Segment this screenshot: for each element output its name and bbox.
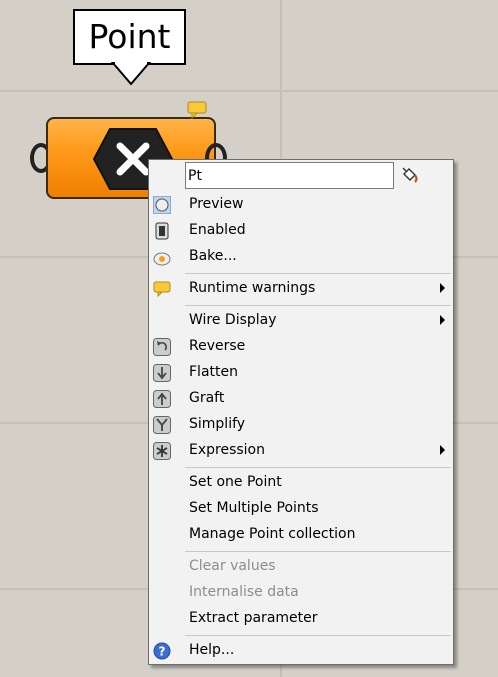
bake-icon	[153, 252, 171, 266]
reverse-icon	[153, 338, 171, 356]
menu-item-label: Set one Point	[189, 474, 282, 490]
menu-item-label: Simplify	[189, 416, 246, 432]
menu-item-set-multiple-points[interactable]: Set Multiple Points	[149, 496, 453, 522]
menu-item-label: Internalise data	[189, 584, 299, 600]
menu-item-set-one-point[interactable]: Set one Point	[149, 470, 453, 496]
preview-icon	[153, 196, 171, 214]
menu-item-label: Expression	[189, 442, 265, 458]
menu-item-preview[interactable]: Preview	[149, 192, 453, 218]
name-field[interactable]	[185, 162, 394, 189]
menu-item-reverse[interactable]: Reverse	[149, 334, 453, 360]
menu-item-label: Set Multiple Points	[189, 500, 319, 516]
submenu-arrow-icon	[440, 445, 445, 455]
speech-bubble-icon	[153, 281, 171, 298]
graft-icon	[153, 390, 171, 408]
submenu-arrow-icon	[440, 283, 445, 293]
menu-separator	[185, 635, 451, 636]
tooltip-text: Point	[88, 17, 171, 56]
menu-item-label: Help...	[189, 642, 235, 658]
menu-item-label: Extract parameter	[189, 610, 318, 626]
menu-item-help[interactable]: ? Help...	[149, 638, 453, 664]
menu-item-label: Graft	[189, 390, 225, 406]
menu-item-label: Preview	[189, 196, 244, 212]
component-tooltip: Point	[73, 9, 186, 65]
menu-item-bake[interactable]: Bake...	[149, 244, 453, 270]
menu-item-extract-parameter[interactable]: Extract parameter	[149, 606, 453, 632]
flatten-icon	[153, 364, 171, 382]
menu-item-clear-values: Clear values	[149, 554, 453, 580]
menu-item-label: Manage Point collection	[189, 526, 356, 542]
menu-item-graft[interactable]: Graft	[149, 386, 453, 412]
menu-separator	[185, 551, 451, 552]
menu-item-manage-point-collection[interactable]: Manage Point collection	[149, 522, 453, 548]
context-menu: Preview Enabled Bake... Runtime warnings…	[148, 159, 454, 665]
menu-item-label: Flatten	[189, 364, 238, 380]
menu-item-enabled[interactable]: Enabled	[149, 218, 453, 244]
speech-bubble-icon[interactable]	[187, 101, 207, 119]
paint-bucket-icon[interactable]	[401, 166, 419, 184]
simplify-icon	[153, 416, 171, 434]
enabled-icon	[155, 222, 169, 240]
menu-item-label: Clear values	[189, 558, 276, 574]
menu-item-wire-display[interactable]: Wire Display	[149, 308, 453, 334]
expression-icon	[153, 442, 171, 460]
menu-item-label: Bake...	[189, 248, 237, 264]
menu-item-flatten[interactable]: Flatten	[149, 360, 453, 386]
menu-item-expression[interactable]: Expression	[149, 438, 453, 464]
menu-item-label: Wire Display	[189, 312, 277, 328]
menu-item-runtime-warnings[interactable]: Runtime warnings	[149, 276, 453, 302]
menu-item-internalise-data: Internalise data	[149, 580, 453, 606]
submenu-arrow-icon	[440, 315, 445, 325]
menu-item-label: Runtime warnings	[189, 280, 316, 296]
svg-text:?: ?	[159, 645, 166, 659]
menu-item-label: Enabled	[189, 222, 246, 238]
menu-separator	[185, 467, 451, 468]
menu-separator	[185, 305, 451, 306]
menu-separator	[185, 273, 451, 274]
menu-item-simplify[interactable]: Simplify	[149, 412, 453, 438]
menu-item-label: Reverse	[189, 338, 246, 354]
help-icon: ?	[153, 642, 171, 660]
canvas-grid-line	[0, 90, 498, 92]
